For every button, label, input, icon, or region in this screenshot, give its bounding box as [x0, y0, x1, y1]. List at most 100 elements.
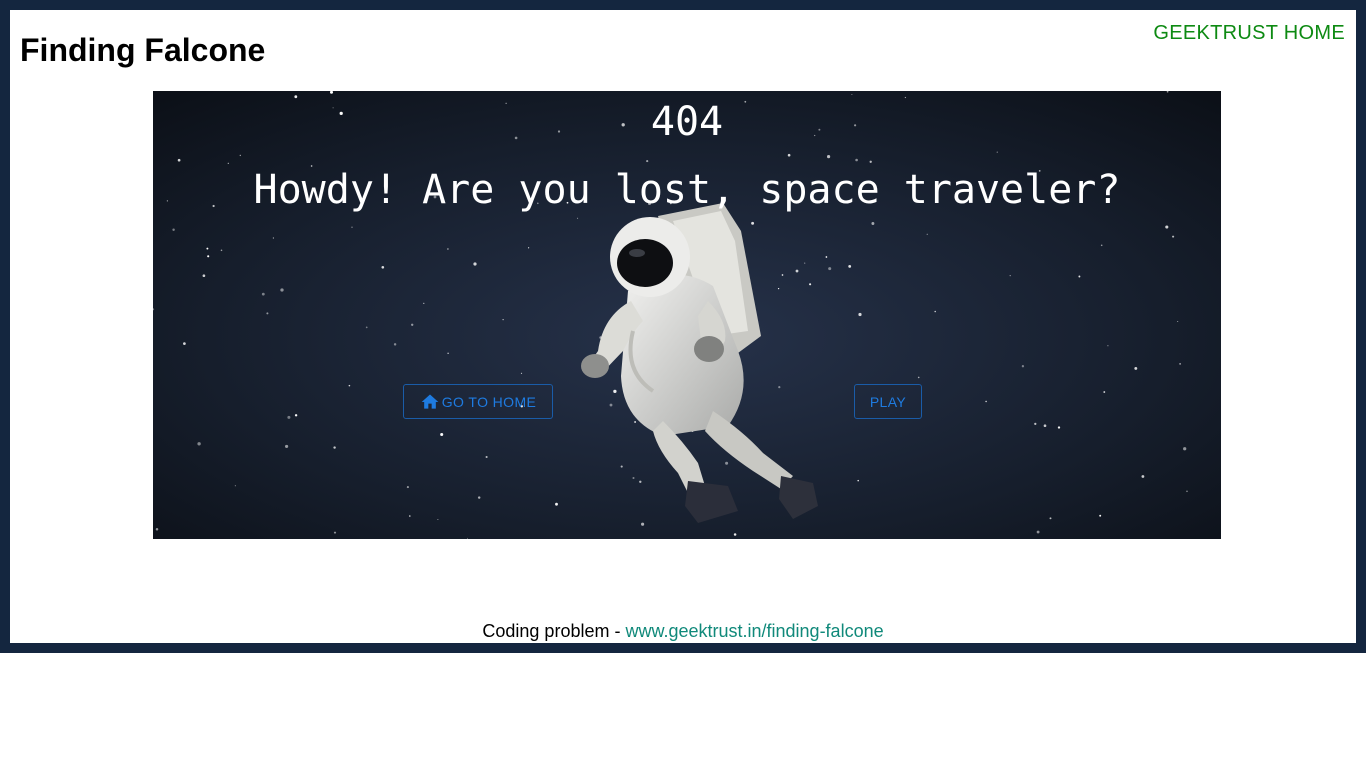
star — [285, 444, 289, 448]
star — [869, 160, 872, 163]
star — [528, 247, 530, 249]
star — [381, 265, 385, 269]
go-to-home-button[interactable]: GO TO HOME — [403, 384, 553, 419]
star — [1036, 530, 1040, 534]
star — [447, 352, 449, 354]
star — [239, 154, 241, 157]
star — [904, 96, 907, 99]
star — [851, 93, 853, 96]
star — [466, 537, 469, 539]
star — [206, 247, 209, 250]
go-to-home-label: GO TO HOME — [441, 393, 537, 410]
play-button[interactable]: PLAY — [854, 384, 922, 419]
home-icon — [421, 394, 439, 409]
star — [1134, 366, 1138, 370]
page-content: Finding Falcone GEEKTRUST HOME 404 Howdy… — [10, 10, 1356, 643]
footer-problem-link[interactable]: www.geektrust.in/finding-falcone — [625, 621, 883, 641]
star — [202, 274, 206, 278]
star — [855, 158, 858, 162]
star — [502, 319, 504, 321]
star — [1021, 365, 1025, 368]
star — [423, 302, 425, 305]
star — [613, 389, 617, 394]
star — [926, 233, 928, 235]
star — [917, 376, 920, 379]
page-frame: Finding Falcone GEEKTRUST HOME 404 Howdy… — [0, 0, 1366, 653]
star — [1186, 490, 1188, 493]
star — [996, 151, 998, 153]
star — [440, 432, 444, 437]
star — [632, 476, 635, 480]
star — [827, 155, 831, 159]
star — [1165, 225, 1169, 229]
star — [280, 288, 284, 292]
star — [287, 415, 291, 419]
star — [261, 292, 265, 296]
star — [809, 283, 812, 286]
star — [787, 153, 791, 157]
star — [447, 248, 449, 250]
star — [177, 158, 181, 162]
star — [351, 226, 353, 228]
star — [1100, 244, 1103, 247]
star — [411, 323, 414, 326]
footer: Coding problem - www.geektrust.in/findin… — [0, 621, 1366, 642]
star — [609, 403, 613, 407]
star — [825, 256, 828, 258]
star — [294, 414, 298, 417]
star — [751, 221, 755, 225]
star — [646, 160, 649, 163]
star — [227, 162, 229, 164]
star — [778, 386, 781, 389]
star — [172, 228, 175, 232]
star — [804, 262, 806, 264]
star — [725, 461, 729, 465]
star — [348, 384, 351, 387]
error-404-banner: 404 Howdy! Are you lost, space traveler?… — [153, 91, 1221, 539]
star — [220, 249, 223, 252]
star — [393, 343, 397, 346]
star — [1099, 514, 1102, 517]
error-code: 404 — [650, 99, 724, 145]
star — [207, 255, 210, 258]
star — [272, 237, 275, 239]
star — [365, 326, 368, 329]
star — [781, 274, 784, 276]
star — [1049, 517, 1052, 520]
star — [406, 486, 409, 489]
error-headline: Howdy! Are you lost, space traveler? — [253, 167, 1121, 213]
page-title: Finding Falcone — [20, 32, 266, 68]
star — [266, 312, 269, 315]
star — [641, 522, 645, 526]
star — [858, 312, 862, 317]
star — [1141, 475, 1145, 478]
star — [437, 518, 439, 521]
star — [795, 269, 799, 273]
star — [520, 372, 523, 375]
star — [634, 421, 637, 423]
star — [1057, 426, 1061, 429]
star — [1172, 235, 1175, 238]
star — [1078, 275, 1081, 278]
star — [934, 310, 936, 313]
star — [1009, 275, 1011, 277]
star — [1179, 363, 1181, 365]
star — [333, 446, 336, 449]
star — [985, 400, 987, 403]
star — [777, 287, 780, 290]
star — [577, 217, 579, 219]
star — [620, 465, 623, 468]
star — [1183, 447, 1187, 451]
star — [409, 515, 411, 517]
star — [1166, 91, 1169, 93]
star — [871, 222, 875, 225]
star — [234, 485, 236, 487]
star — [473, 262, 477, 266]
star — [1103, 391, 1106, 393]
space-background — [153, 91, 1221, 539]
geektrust-home-link[interactable]: GEEKTRUST HOME — [1153, 22, 1345, 45]
star — [333, 531, 337, 534]
footer-prefix: Coding problem - — [482, 621, 626, 641]
star — [1034, 422, 1037, 426]
star — [848, 265, 852, 268]
